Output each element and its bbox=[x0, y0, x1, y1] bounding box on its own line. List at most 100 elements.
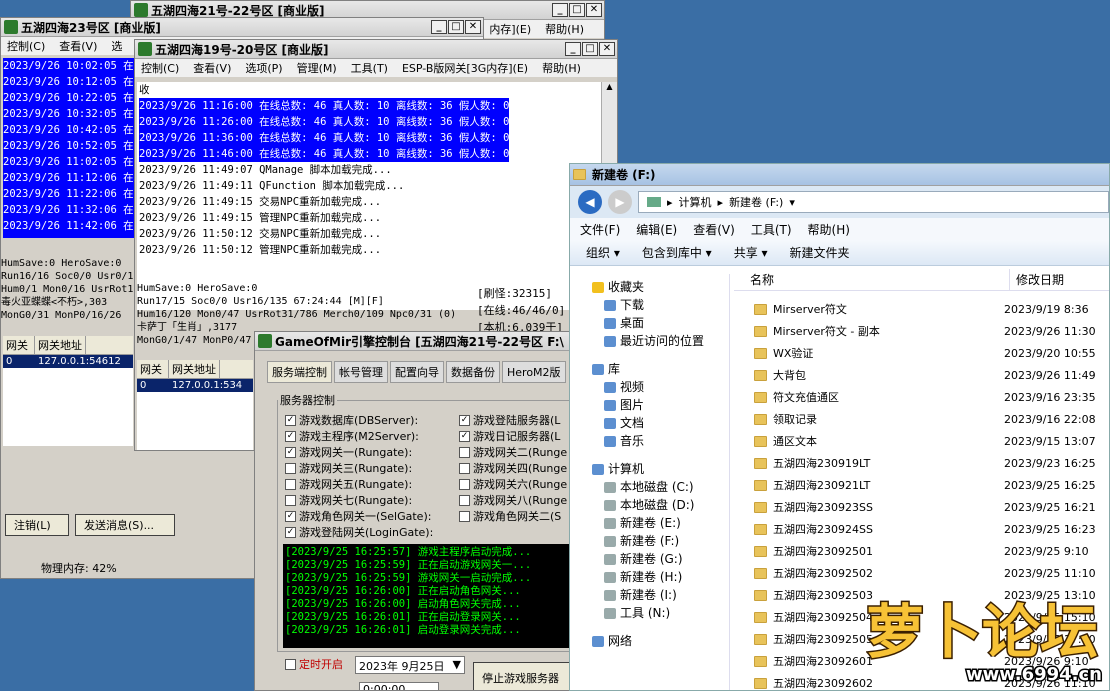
menu-item[interactable]: ESP-B版网关[3G内存](E) bbox=[402, 60, 528, 76]
checkbox-box[interactable] bbox=[459, 494, 470, 506]
address-bar[interactable]: ▸ 计算机 ▸ 新建卷 (F:) ▾ bbox=[638, 191, 1109, 213]
service-checkbox[interactable]: ✓ 游戏主程序(M2Server): bbox=[285, 428, 433, 444]
menu-item[interactable]: 编辑(E) bbox=[636, 221, 677, 238]
maximize-button[interactable]: □ bbox=[582, 42, 598, 56]
list-item[interactable]: 领取记录 2023/9/16 22:08 bbox=[734, 408, 1109, 430]
checkbox-box[interactable] bbox=[285, 478, 296, 490]
list-item[interactable]: 五湖四海23092502 2023/9/25 11:10 bbox=[734, 562, 1109, 584]
list-item[interactable]: 五湖四海230919LT 2023/9/23 16:25 bbox=[734, 452, 1109, 474]
service-checkbox[interactable]: ✓ 游戏数据库(DBServer): bbox=[285, 412, 433, 428]
list-item[interactable]: WX验证 2023/9/20 10:55 bbox=[734, 342, 1109, 364]
nav-item[interactable]: 收藏夹 bbox=[592, 278, 729, 296]
service-checkbox[interactable]: 游戏网关三(Rungate): bbox=[285, 460, 433, 476]
service-checkbox[interactable]: ✓ 游戏日记服务器(L bbox=[459, 428, 567, 444]
back-icon[interactable]: ◀ bbox=[578, 190, 602, 214]
menu-item[interactable]: 查看(V) bbox=[693, 221, 735, 238]
service-checkbox[interactable]: ✓ 游戏网关一(Rungate): bbox=[285, 444, 433, 460]
nav-item[interactable]: 桌面 bbox=[592, 314, 729, 332]
checkbox-box[interactable]: ✓ bbox=[285, 414, 296, 426]
breadcrumb-volume[interactable]: 新建卷 (F:) bbox=[729, 194, 783, 210]
column-modified[interactable]: 修改日期 bbox=[1010, 269, 1064, 290]
nav-item[interactable]: 计算机 bbox=[592, 460, 729, 478]
nav-item[interactable]: 新建卷 (G:) bbox=[592, 550, 729, 568]
close-button[interactable]: ✕ bbox=[599, 42, 615, 56]
tab[interactable]: HeroM2版 bbox=[502, 361, 566, 383]
checkbox-box[interactable]: ✓ bbox=[285, 510, 296, 522]
menu-item[interactable]: 帮助(H) bbox=[542, 60, 581, 76]
menu-item[interactable]: 选项(P) bbox=[245, 60, 282, 76]
menu-item-help[interactable]: 帮助(H) bbox=[545, 21, 584, 37]
checkbox-box[interactable] bbox=[459, 478, 470, 490]
minimize-button[interactable]: _ bbox=[552, 3, 568, 17]
checkbox-box[interactable] bbox=[285, 494, 296, 506]
menu-item-control[interactable]: 控制(C) bbox=[7, 38, 45, 54]
nav-item[interactable]: 视频 bbox=[592, 378, 729, 396]
logout-button[interactable]: 注销(L) bbox=[5, 514, 69, 536]
date-picker[interactable]: 2023年 9月25日 ▼ bbox=[355, 656, 465, 674]
close-button[interactable]: ✕ bbox=[465, 20, 481, 34]
service-checkbox[interactable]: 游戏角色网关二(S bbox=[459, 508, 567, 524]
checkbox-box[interactable]: ✓ bbox=[285, 430, 296, 442]
list-item[interactable]: 五湖四海230924SS 2023/9/25 16:23 bbox=[734, 518, 1109, 540]
menu-item[interactable]: 管理(M) bbox=[297, 60, 337, 76]
time-field[interactable]: 0:00:00 bbox=[359, 682, 439, 690]
list-item[interactable]: 通区文本 2023/9/15 13:07 bbox=[734, 430, 1109, 452]
toolbar-button[interactable]: 新建文件夹 bbox=[790, 244, 850, 261]
menu-item[interactable]: 工具(T) bbox=[351, 60, 388, 76]
toolbar-button[interactable]: 组织 ▾ bbox=[586, 244, 620, 261]
nav-item[interactable]: 本地磁盘 (D:) bbox=[592, 496, 729, 514]
tab[interactable]: 帐号管理 bbox=[334, 361, 388, 383]
nav-item[interactable]: 新建卷 (E:) bbox=[592, 514, 729, 532]
minimize-button[interactable]: _ bbox=[565, 42, 581, 56]
nav-item[interactable]: 工具 (N:) bbox=[592, 604, 729, 622]
nav-item[interactable]: 新建卷 (F:) bbox=[592, 532, 729, 550]
checkbox-box[interactable]: ✓ bbox=[285, 526, 296, 538]
nav-item[interactable]: 图片 bbox=[592, 396, 729, 414]
stop-server-button[interactable]: 停止游戏服务器 bbox=[473, 662, 573, 690]
list-item[interactable]: 五湖四海23092501 2023/9/25 9:10 bbox=[734, 540, 1109, 562]
nav-item[interactable]: 最近访问的位置 bbox=[592, 332, 729, 350]
tab[interactable]: 配置向导 bbox=[390, 361, 444, 383]
close-button[interactable]: ✕ bbox=[586, 3, 602, 17]
table-row[interactable]: 0 127.0.0.1:534 bbox=[137, 379, 253, 392]
menu-item[interactable]: 查看(V) bbox=[193, 60, 231, 76]
service-checkbox[interactable]: 游戏网关二(Runge bbox=[459, 444, 567, 460]
checkbox-box[interactable]: ✓ bbox=[459, 430, 470, 442]
list-item[interactable]: 五湖四海230921LT 2023/9/25 16:25 bbox=[734, 474, 1109, 496]
timer-checkbox[interactable]: 定时开启 bbox=[285, 656, 343, 672]
menu-item-view[interactable]: 查看(V) bbox=[59, 38, 97, 54]
service-checkbox[interactable]: ✓ 游戏角色网关一(SelGate): bbox=[285, 508, 433, 524]
nav-item[interactable]: 库 bbox=[592, 360, 729, 378]
list-item[interactable]: Mirserver符文 - 副本 2023/9/26 11:30 bbox=[734, 320, 1109, 342]
nav-item[interactable]: 音乐 bbox=[592, 432, 729, 450]
service-checkbox[interactable]: ✓ 游戏登陆服务器(L bbox=[459, 412, 567, 428]
list-item[interactable]: 符文充值通区 2023/9/16 23:35 bbox=[734, 386, 1109, 408]
tab[interactable]: 数据备份 bbox=[446, 361, 500, 383]
checkbox-box[interactable] bbox=[459, 462, 470, 474]
toolbar-button[interactable]: 共享 ▾ bbox=[734, 244, 768, 261]
send-message-button[interactable]: 发送消息(S)... bbox=[75, 514, 175, 536]
menu-item[interactable]: 工具(T) bbox=[751, 221, 792, 238]
list-item[interactable]: 五湖四海230923SS 2023/9/25 16:21 bbox=[734, 496, 1109, 518]
checkbox-box[interactable] bbox=[285, 462, 296, 474]
service-checkbox[interactable]: 游戏网关五(Rungate): bbox=[285, 476, 433, 492]
service-checkbox[interactable]: 游戏网关七(Rungate): bbox=[285, 492, 433, 508]
table-row[interactable]: 0 127.0.0.1:54612 bbox=[3, 355, 133, 368]
menu-item[interactable]: 帮助(H) bbox=[808, 221, 850, 238]
list-item[interactable]: Mirserver符文 2023/9/19 8:36 bbox=[734, 298, 1109, 320]
menu-item-options[interactable]: 选 bbox=[111, 38, 122, 54]
nav-item[interactable]: 新建卷 (H:) bbox=[592, 568, 729, 586]
maximize-button[interactable]: □ bbox=[569, 3, 585, 17]
service-checkbox[interactable]: 游戏网关八(Runge bbox=[459, 492, 567, 508]
breadcrumb-computer[interactable]: 计算机 bbox=[679, 194, 712, 210]
menu-item[interactable]: 文件(F) bbox=[580, 221, 620, 238]
service-checkbox[interactable]: 游戏网关四(Runge bbox=[459, 460, 567, 476]
maximize-button[interactable]: □ bbox=[448, 20, 464, 34]
minimize-button[interactable]: _ bbox=[431, 20, 447, 34]
nav-item[interactable]: 新建卷 (I:) bbox=[592, 586, 729, 604]
nav-item[interactable]: 文档 bbox=[592, 414, 729, 432]
checkbox-box[interactable]: ✓ bbox=[459, 414, 470, 426]
scroll-up-icon[interactable]: ▲ bbox=[602, 82, 617, 91]
nav-item[interactable]: 下载 bbox=[592, 296, 729, 314]
checkbox-box[interactable] bbox=[459, 446, 470, 458]
